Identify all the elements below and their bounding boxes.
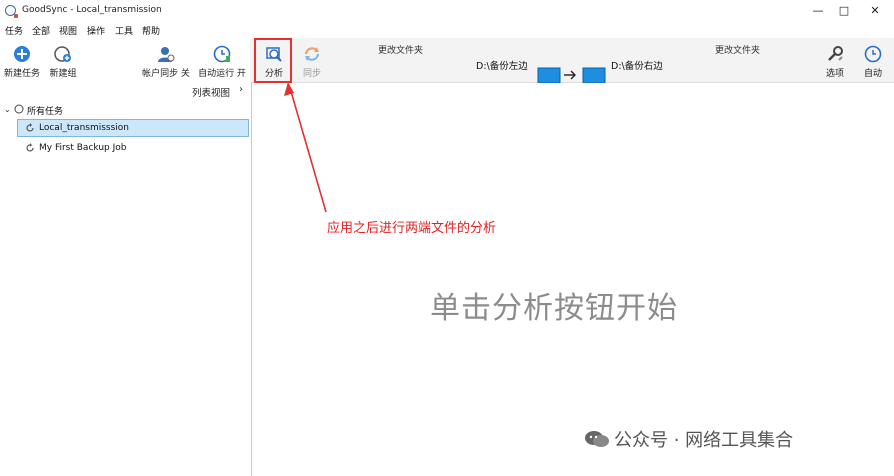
clock-toggle-icon	[213, 45, 231, 63]
user-sync-icon	[158, 47, 175, 62]
all-jobs-group[interactable]: 所有任务	[27, 104, 63, 117]
change-left-folder-link[interactable]: 更改文件夹	[378, 43, 423, 56]
new-group-icon	[54, 46, 71, 62]
menu-bar: 任务 全部 视图 操作 工具 帮助	[0, 22, 894, 38]
close-button[interactable]: ✕	[862, 3, 888, 19]
account-sync-label: 帐户同步 关	[142, 69, 190, 79]
right-folder-path[interactable]: D:\备份右边	[611, 58, 663, 72]
maximize-button[interactable]: □	[831, 3, 857, 19]
auto-run-button[interactable]: 自动运行 开	[196, 45, 248, 79]
sync-arrows-icon	[304, 47, 320, 61]
analyze-highlight-box	[254, 38, 292, 83]
change-right-folder-link[interactable]: 更改文件夹	[715, 43, 760, 56]
annotation-arrow-icon	[284, 82, 327, 213]
wrench-icon	[828, 46, 843, 61]
job-sync-status-icon	[26, 123, 34, 132]
menu-all[interactable]: 全部	[32, 24, 50, 37]
plus-circle-icon	[14, 46, 30, 62]
main-content-area	[252, 83, 894, 476]
window-title: GoodSync - Local_transmission	[22, 5, 162, 15]
chevron-right-icon: ›	[239, 84, 243, 95]
chevron-down-icon[interactable]: ⌄	[4, 105, 11, 114]
options-button[interactable]: 选项	[822, 45, 848, 79]
list-view-label: 列表视图	[192, 88, 231, 99]
analyze-hint-text: 单击分析按钮开始	[430, 291, 678, 326]
menu-view[interactable]: 视图	[59, 24, 77, 37]
clock-icon	[864, 45, 882, 63]
job-list-panel	[0, 82, 252, 476]
new-group-label: 新建组	[49, 69, 77, 79]
menu-tools[interactable]: 工具	[115, 24, 133, 37]
sync-label: 同步	[302, 69, 321, 79]
sync-button[interactable]: 同步	[298, 45, 326, 79]
options-label: 选项	[825, 69, 844, 79]
annotation-text: 应用之后进行两端文件的分析	[327, 221, 497, 236]
auto-label: 自动	[863, 69, 882, 79]
watermark-text: 公众号 · 网络工具集合	[614, 430, 794, 451]
account-sync-button[interactable]: 帐户同步 关	[140, 45, 192, 79]
job-item-first-backup[interactable]: My First Backup Job	[39, 143, 126, 153]
wechat-icon	[585, 431, 609, 447]
auto-button[interactable]: 自动	[860, 45, 886, 79]
auto-run-label: 自动运行 开	[198, 69, 246, 79]
minimize-button[interactable]: —	[805, 3, 831, 19]
job-item-local-transmission[interactable]: Local_transmisssion	[39, 123, 129, 133]
new-group-button[interactable]: 新建组	[46, 45, 80, 79]
goodsync-app-icon	[5, 5, 18, 18]
menu-action[interactable]: 操作	[87, 24, 105, 37]
menu-help[interactable]: 帮助	[142, 24, 160, 37]
list-view-toggle[interactable]: 列表视图 ›	[0, 84, 251, 99]
new-job-label: 新建任务	[3, 69, 40, 79]
left-folder-path[interactable]: D:\备份左边	[476, 58, 528, 72]
new-job-button[interactable]: 新建任务	[2, 45, 42, 79]
all-jobs-radio-icon	[14, 104, 24, 114]
job-sync-status-icon	[26, 143, 34, 152]
menu-task[interactable]: 任务	[5, 24, 23, 37]
right-arrow-icon	[564, 70, 576, 80]
